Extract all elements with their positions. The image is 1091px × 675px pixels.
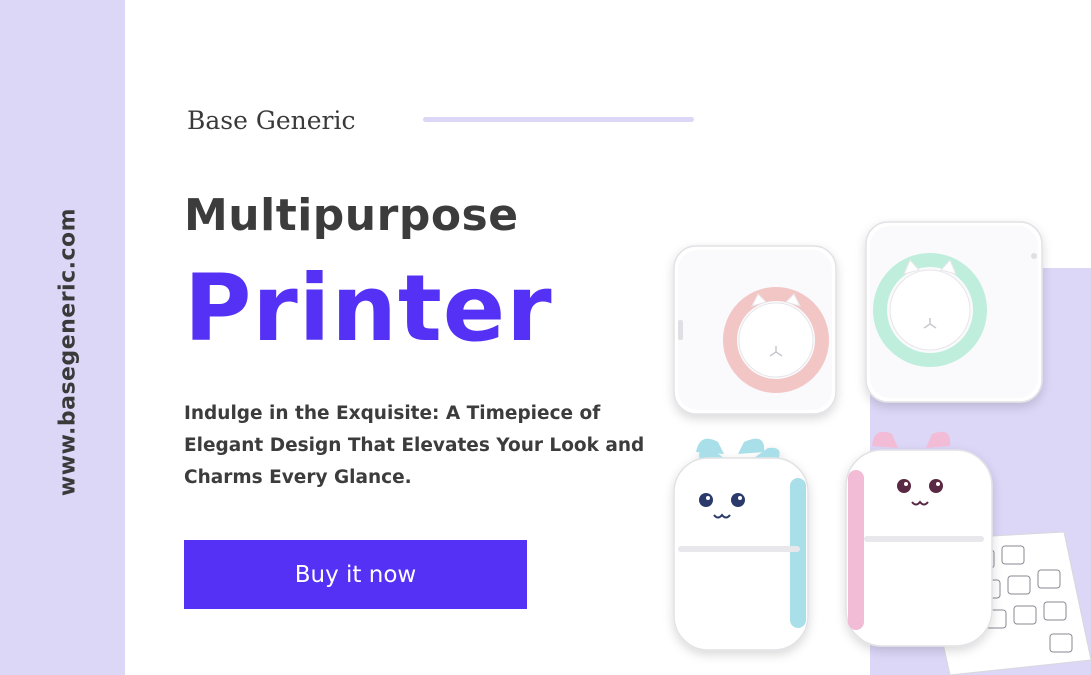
hero-description: Indulge in the Exquisite: A Timepiece of… (184, 403, 645, 488)
header-divider (423, 117, 694, 122)
buy-now-button[interactable]: Buy it now (184, 540, 527, 609)
cat-printer-pink (845, 449, 993, 647)
site-url: www.basegeneric.com (55, 207, 81, 497)
hero-product-title: Printer (184, 255, 553, 362)
brand-name: Base Generic (187, 106, 356, 135)
printer-product-image (673, 221, 1091, 675)
hero-headline: Multipurpose (184, 190, 519, 241)
